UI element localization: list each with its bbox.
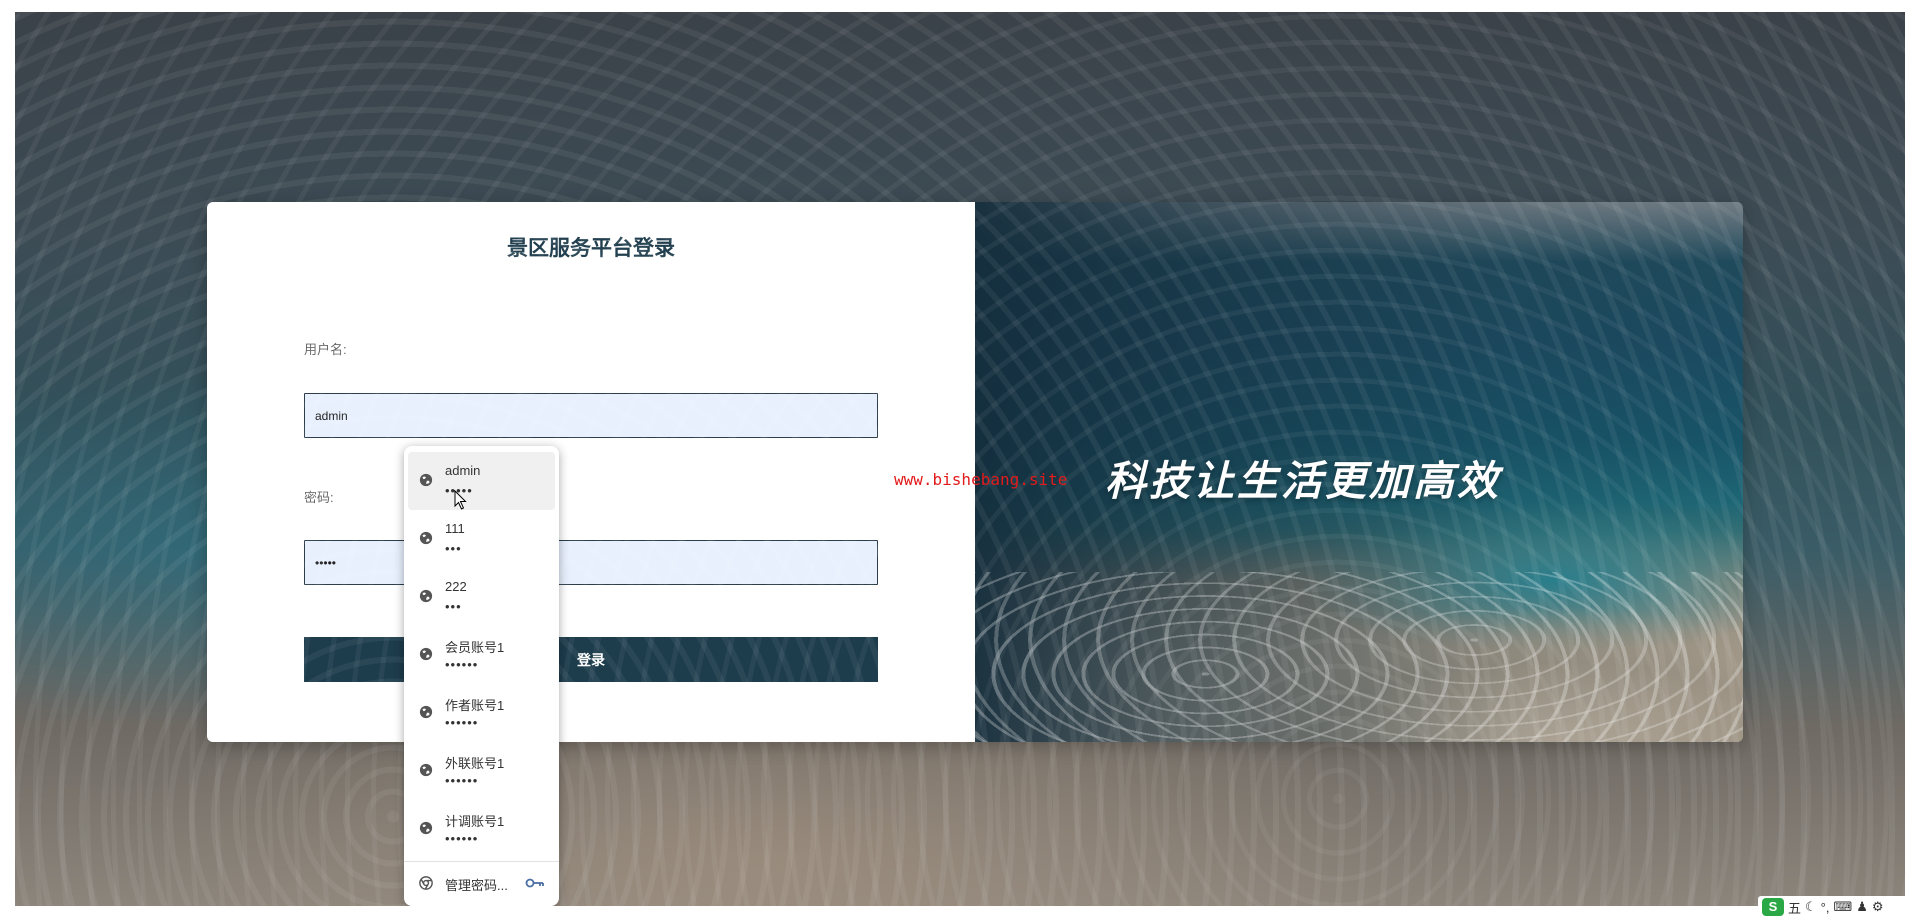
password-autofill-dropdown: admin ••••• 111 ••• 222 ••• 会员账号1 •••••• 作者账号1 ••… bbox=[404, 446, 559, 906]
autofill-username: 222 bbox=[445, 579, 467, 594]
autofill-item[interactable]: 计调账号1 •••••• bbox=[408, 800, 555, 858]
system-tray: S 五 ☾ °, ⌨ ♟ ⚙ bbox=[1758, 896, 1920, 918]
autofill-item[interactable]: 外联账号1 •••••• bbox=[408, 742, 555, 800]
username-input[interactable] bbox=[304, 393, 878, 438]
login-button[interactable]: 登录 bbox=[304, 637, 878, 682]
ime-mode-indicator[interactable]: 五 bbox=[1788, 898, 1801, 917]
moon-icon[interactable]: ☾ bbox=[1805, 899, 1817, 915]
banner-image: 科技让生活更加高效 bbox=[975, 202, 1743, 742]
banner-slogan: 科技让生活更加高效 bbox=[1105, 457, 1501, 505]
autofill-item[interactable]: 222 ••• bbox=[408, 568, 555, 626]
username-label: 用户名: bbox=[304, 342, 347, 357]
page-background: 景区服务平台登录 用户名: 密码: 登录 科技让生活更加高效 www.bishe… bbox=[15, 12, 1905, 906]
password-input[interactable] bbox=[304, 540, 878, 585]
globe-icon bbox=[419, 473, 433, 487]
keyboard-icon[interactable]: ⌨ bbox=[1833, 899, 1852, 915]
autofill-password-mask: ••• bbox=[445, 599, 462, 614]
globe-icon bbox=[419, 705, 433, 719]
manage-passwords-label: 管理密码... bbox=[445, 878, 508, 893]
autofill-password-mask: •••••• bbox=[445, 657, 479, 672]
globe-icon bbox=[419, 531, 433, 545]
autofill-username: 计调账号1 bbox=[445, 814, 505, 829]
mouse-cursor-icon bbox=[454, 490, 467, 510]
autofill-list: admin ••••• 111 ••• 222 ••• 会员账号1 •••••• 作者账号1 ••… bbox=[404, 452, 559, 858]
punctuation-icon[interactable]: °, bbox=[1821, 900, 1830, 915]
autofill-password-mask: •••••• bbox=[445, 831, 479, 846]
chrome-icon bbox=[419, 876, 433, 890]
manage-passwords-item[interactable]: 管理密码... bbox=[408, 866, 555, 900]
globe-icon bbox=[419, 821, 433, 835]
globe-icon bbox=[419, 647, 433, 661]
autofill-divider bbox=[404, 861, 559, 862]
globe-icon bbox=[419, 589, 433, 603]
ime-logo-icon[interactable]: S bbox=[1762, 898, 1784, 916]
autofill-item[interactable]: 会员账号1 •••••• bbox=[408, 626, 555, 684]
autofill-username: 作者账号1 bbox=[445, 698, 505, 713]
site-watermark: www.bishebang.site bbox=[894, 470, 1068, 489]
user-icon[interactable]: ♟ bbox=[1856, 899, 1868, 915]
autofill-password-mask: •••••• bbox=[445, 773, 479, 788]
autofill-username: admin bbox=[445, 463, 481, 478]
autofill-item[interactable]: admin ••••• bbox=[408, 452, 555, 510]
key-icon bbox=[525, 878, 544, 888]
autofill-item[interactable]: 作者账号1 •••••• bbox=[408, 684, 555, 742]
autofill-password-mask: •••••• bbox=[445, 715, 479, 730]
autofill-item[interactable]: 111 ••• bbox=[408, 510, 555, 568]
login-form-panel: 景区服务平台登录 用户名: 密码: 登录 bbox=[207, 202, 975, 742]
globe-icon bbox=[419, 763, 433, 777]
autofill-username: 外联账号1 bbox=[445, 756, 505, 771]
page-title: 景区服务平台登录 bbox=[507, 237, 675, 260]
autofill-username: 111 bbox=[445, 521, 465, 536]
settings-icon[interactable]: ⚙ bbox=[1872, 899, 1884, 915]
password-label: 密码: bbox=[304, 490, 334, 505]
autofill-password-mask: ••• bbox=[445, 541, 462, 556]
autofill-username: 会员账号1 bbox=[445, 640, 505, 655]
